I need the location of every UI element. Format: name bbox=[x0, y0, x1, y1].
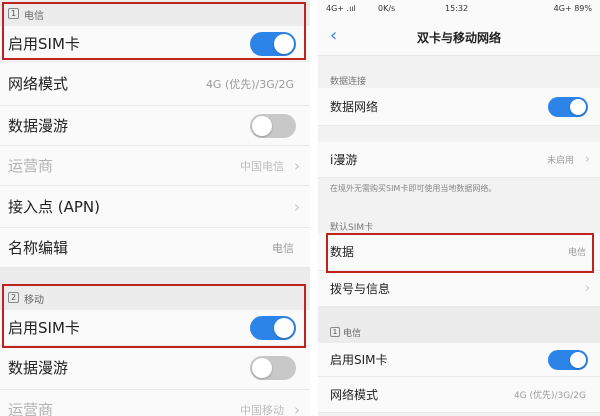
name-edit-value: 电信 bbox=[272, 241, 294, 255]
enable-sim-label: 启用SIM卡 bbox=[330, 353, 388, 367]
enable-sim-row[interactable]: 启用SIM卡 bbox=[318, 343, 600, 377]
dial-message-label: 拨号与信息 bbox=[330, 282, 391, 296]
name-edit-row[interactable]: 名称编辑 电信 bbox=[0, 228, 310, 268]
mobile-data-label: 数据网络 bbox=[330, 100, 379, 114]
toggle-knob bbox=[252, 115, 272, 136]
network-mode-value: 4G (优先)/3G/2G bbox=[205, 77, 294, 91]
network-mode-row[interactable]: 网络模式 4G (优先)/3G/2G bbox=[318, 377, 600, 413]
enable-sim-toggle[interactable] bbox=[250, 315, 296, 340]
navigation-bar: ‹ 双卡与移动网络 bbox=[318, 18, 600, 56]
section-title: 电信 bbox=[24, 11, 44, 22]
enable-sim-row-1[interactable]: 启用SIM卡 bbox=[0, 26, 310, 62]
section-header-telecom: 1 电信 bbox=[0, 0, 310, 26]
toggle-knob bbox=[274, 33, 294, 54]
carrier-value: 中国移动 bbox=[240, 403, 284, 416]
apn-label: 接入点 (APN) bbox=[8, 198, 100, 216]
section-header-telecom: 1 电信 bbox=[318, 307, 600, 343]
data-roaming-label: 数据漫游 bbox=[8, 359, 69, 377]
sim-slot-badge: 1 bbox=[8, 8, 19, 19]
section-header-mobile: 2 移动 bbox=[0, 268, 310, 310]
carrier-value: 中国电信 bbox=[240, 159, 284, 173]
chevron-right-icon: › bbox=[294, 400, 300, 416]
data-sim-label: 数据 bbox=[330, 245, 355, 259]
mobile-data-row[interactable]: 数据网络 bbox=[318, 88, 600, 126]
i-roaming-note: 在境外无需购买SIM卡即可使用当地数据网络。 bbox=[330, 184, 497, 193]
data-sim-value: 电信 bbox=[567, 248, 586, 258]
data-sim-row[interactable]: 数据 电信 bbox=[318, 233, 600, 271]
data-roaming-label: 数据漫游 bbox=[8, 117, 69, 135]
panel-divider bbox=[310, 0, 318, 416]
apn-row[interactable]: 接入点 (APN) › bbox=[0, 186, 310, 228]
chevron-right-icon: › bbox=[584, 281, 590, 296]
i-roaming-value: 未启用 bbox=[546, 156, 574, 166]
toggle-knob bbox=[252, 357, 272, 378]
page-title: 双卡与移动网络 bbox=[416, 31, 501, 45]
i-roaming-row[interactable]: i漫游 未启用 › bbox=[318, 142, 600, 178]
i-roaming-label: i漫游 bbox=[330, 153, 358, 167]
toggle-knob bbox=[570, 351, 586, 368]
network-mode-value: 4G (优先)/3G/2G bbox=[513, 391, 586, 401]
data-roaming-toggle[interactable] bbox=[250, 355, 296, 380]
dial-message-row[interactable]: 拨号与信息 › bbox=[318, 271, 600, 307]
enable-sim-label: 启用SIM卡 bbox=[8, 35, 80, 53]
enable-sim-row-2[interactable]: 启用SIM卡 bbox=[0, 310, 310, 346]
network-mode-row[interactable]: 网络模式 4G (优先)/3G/2G bbox=[0, 62, 310, 106]
enable-sim-toggle[interactable] bbox=[250, 31, 296, 56]
default-sim-heading: 默认SIM卡 bbox=[330, 223, 374, 233]
data-roaming-toggle[interactable] bbox=[250, 113, 296, 138]
network-mode-label: 网络模式 bbox=[330, 388, 379, 402]
data-roaming-row-2[interactable]: 数据漫游 bbox=[0, 346, 310, 390]
sim-settings-panel: 1 电信 启用SIM卡 网络模式 4G (优先)/3G/2G 数据漫游 运营商 … bbox=[0, 0, 310, 416]
carrier-row-2[interactable]: 运营商 中国移动 › bbox=[0, 390, 310, 416]
data-connection-heading: 数据连接 bbox=[330, 77, 367, 87]
name-edit-label: 名称编辑 bbox=[8, 239, 69, 257]
section-title: 移动 bbox=[24, 295, 44, 306]
net-speed: 0K/s bbox=[378, 4, 396, 13]
sim-slot-badge: 2 bbox=[8, 292, 19, 303]
clock: 15:32 bbox=[445, 4, 469, 13]
signal-indicator: 4G+ .ııl bbox=[326, 4, 356, 13]
chevron-right-icon: › bbox=[294, 197, 300, 216]
toggle-knob bbox=[570, 98, 586, 115]
data-roaming-row-1[interactable]: 数据漫游 bbox=[0, 106, 310, 146]
sim-slot-badge: 1 bbox=[330, 327, 340, 337]
toggle-knob bbox=[274, 317, 294, 338]
enable-sim-toggle[interactable] bbox=[548, 349, 588, 370]
section-title: 电信 bbox=[343, 329, 362, 339]
dual-sim-network-panel: 4G+ .ııl 0K/s 15:32 4G+ 89% ‹ 双卡与移动网络 数据… bbox=[318, 0, 600, 416]
carrier-label: 运营商 bbox=[8, 401, 54, 416]
status-bar: 4G+ .ııl 0K/s 15:32 4G+ 89% bbox=[318, 0, 600, 18]
chevron-right-icon: › bbox=[584, 152, 590, 167]
enable-sim-label: 启用SIM卡 bbox=[8, 319, 80, 337]
carrier-label: 运营商 bbox=[8, 157, 54, 175]
network-mode-label: 网络模式 bbox=[8, 75, 69, 93]
mobile-data-toggle[interactable] bbox=[548, 96, 588, 117]
chevron-right-icon: › bbox=[294, 156, 300, 175]
battery-indicator: 4G+ 89% bbox=[553, 4, 592, 13]
carrier-row-1[interactable]: 运营商 中国电信 › bbox=[0, 146, 310, 186]
